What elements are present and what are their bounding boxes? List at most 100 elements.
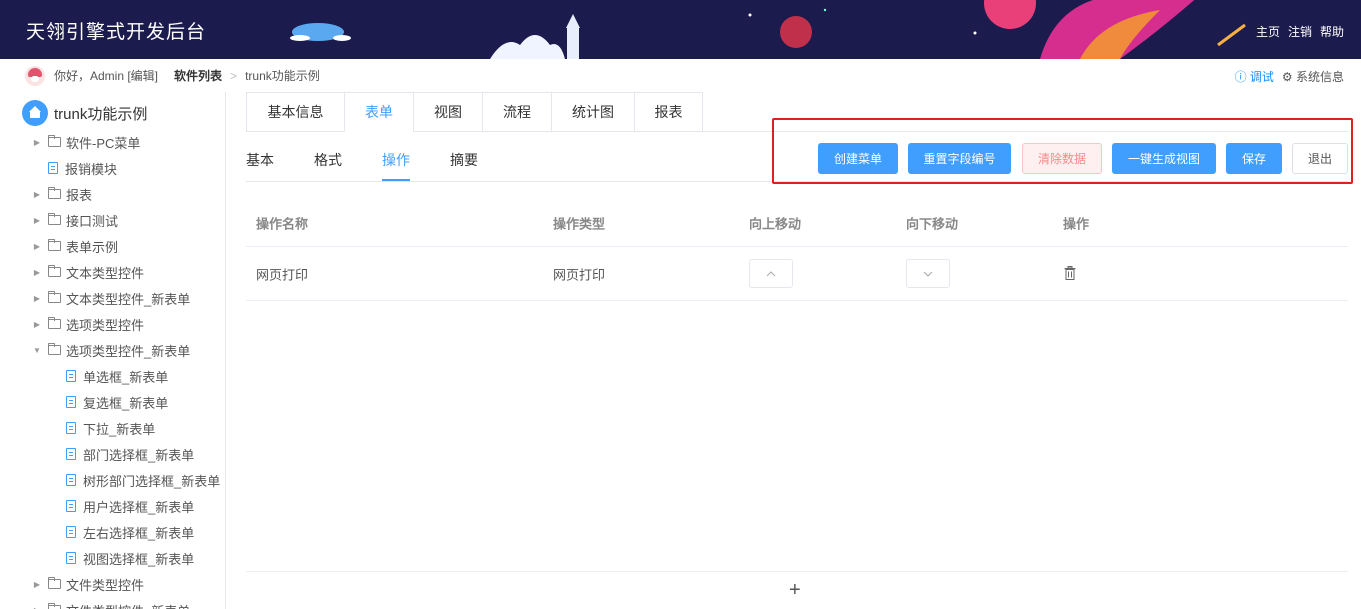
sidebar-item-label: 下拉_新表单 <box>83 421 156 437</box>
col-actions: 操作 <box>1063 216 1090 232</box>
clear-data-button[interactable]: 清除数据 <box>1022 143 1102 174</box>
subtab-summary[interactable]: 摘要 <box>450 150 478 170</box>
subtab-operation[interactable]: 操作 <box>382 150 410 170</box>
sidebar-item-label: 接口测试 <box>66 213 119 229</box>
caret-right-icon[interactable]: ▶ <box>32 606 42 609</box>
caret-right-icon[interactable]: ▶ <box>32 320 42 329</box>
app-title: 天翎引擎式开发后台 <box>26 22 207 43</box>
folder-icon <box>48 187 61 199</box>
breadcrumb-software-list[interactable]: 软件列表 <box>174 67 222 84</box>
sidebar-item[interactable]: 树形部门选择框_新表单 <box>66 470 220 490</box>
sidebar-item-label: 视图选择框_新表单 <box>83 551 195 567</box>
caret-right-icon[interactable]: ▶ <box>32 190 42 199</box>
folder-icon <box>48 291 61 303</box>
create-menu-button[interactable]: 创建菜单 <box>818 143 898 174</box>
active-subtab-indicator <box>382 179 410 181</box>
sidebar-item[interactable]: ▼ 选项类型控件_新表单 <box>32 340 190 360</box>
tab-statistics[interactable]: 统计图 <box>551 92 634 132</box>
tab-view[interactable]: 视图 <box>413 92 482 132</box>
col-move-up: 向上移动 <box>749 216 802 232</box>
row-operation-type: 网页打印 <box>553 267 606 282</box>
system-info-link[interactable]: ⚙ 系统信息 <box>1282 68 1344 85</box>
sidebar-item-label: 软件-PC菜单 <box>66 135 141 151</box>
breadcrumb-separator: > <box>230 68 238 83</box>
sidebar-item[interactable]: 下拉_新表单 <box>66 418 155 438</box>
move-down-button[interactable] <box>906 259 950 288</box>
tab-basic-info[interactable]: 基本信息 <box>246 92 344 132</box>
trash-icon[interactable] <box>1064 266 1076 280</box>
folder-icon <box>48 577 61 589</box>
sidebar-item-label: 文件类型控件 <box>66 577 145 593</box>
sidebar-item-label: 左右选择框_新表单 <box>83 525 195 541</box>
table-header: 操作名称 操作类型 向上移动 向下移动 操作 <box>246 200 1348 247</box>
debug-link[interactable]: ⓘ 调试 <box>1235 68 1274 85</box>
sidebar-item[interactable]: 单选框_新表单 <box>66 366 168 386</box>
caret-right-icon[interactable]: ▶ <box>32 294 42 303</box>
reset-field-number-button[interactable]: 重置字段编号 <box>908 143 1011 174</box>
subtab-basic[interactable]: 基本 <box>246 150 274 170</box>
top-header: 天翎引擎式开发后台 主页 注销 帮助 <box>0 0 1361 59</box>
tab-flow[interactable]: 流程 <box>482 92 551 132</box>
exit-button[interactable]: 退出 <box>1292 143 1348 174</box>
file-icon <box>66 552 76 564</box>
header-links: 主页 注销 帮助 <box>1256 23 1344 40</box>
caret-right-icon[interactable]: ▶ <box>32 580 42 589</box>
sidebar-item-label: 选项类型控件 <box>66 317 145 333</box>
caret-down-icon[interactable]: ▼ <box>32 346 42 355</box>
sidebar-item[interactable]: 报销模块 <box>32 158 117 178</box>
avatar <box>25 65 45 86</box>
file-icon <box>66 370 76 382</box>
move-up-button[interactable] <box>749 259 793 288</box>
generate-view-button[interactable]: 一键生成视图 <box>1112 143 1216 174</box>
subtab-format[interactable]: 格式 <box>314 150 342 170</box>
breadcrumb-current: trunk功能示例 <box>245 69 320 83</box>
sidebar-item-label: 文本类型控件 <box>66 265 145 281</box>
sidebar-item[interactable]: ▶ 报表 <box>32 184 92 204</box>
table-row[interactable]: 网页打印 网页打印 <box>246 247 1348 301</box>
sidebar-item[interactable]: 视图选择框_新表单 <box>66 548 194 568</box>
caret-right-icon[interactable]: ▶ <box>32 242 42 251</box>
sidebar-item[interactable]: ▶ 文本类型控件_新表单 <box>32 288 190 308</box>
save-button[interactable]: 保存 <box>1226 143 1282 174</box>
caret-right-icon[interactable]: ▶ <box>32 138 42 147</box>
main-tabs: 基本信息 表单 视图 流程 统计图 报表 <box>246 92 1348 132</box>
home-link[interactable]: 主页 <box>1256 23 1280 40</box>
folder-icon <box>48 213 61 225</box>
sidebar-item-label: 表单示例 <box>66 239 119 255</box>
sidebar-item[interactable]: ▶ 表单示例 <box>32 236 118 256</box>
file-icon <box>66 474 76 486</box>
file-icon <box>66 422 76 434</box>
chevron-up-icon <box>766 270 776 276</box>
caret-right-icon[interactable]: ▶ <box>32 268 42 277</box>
sidebar-item-label: 选项类型控件_新表单 <box>66 343 191 359</box>
sidebar-item-label: 文件类型控件_新表单 <box>66 601 190 609</box>
home-icon <box>22 100 48 126</box>
sidebar-item[interactable]: 用户选择框_新表单 <box>66 496 194 516</box>
help-link[interactable]: 帮助 <box>1320 23 1344 40</box>
sidebar-item-label: 报表 <box>66 187 93 203</box>
col-operation-name: 操作名称 <box>256 216 309 232</box>
tab-form[interactable]: 表单 <box>344 92 413 132</box>
col-operation-type: 操作类型 <box>553 216 606 232</box>
sidebar-item[interactable]: 复选框_新表单 <box>66 392 168 412</box>
sidebar-item[interactable]: ▶ 选项类型控件 <box>32 314 144 334</box>
sidebar-item[interactable]: ▶ 文件类型控件_新表单 <box>32 600 190 609</box>
sidebar-item[interactable]: 部门选择框_新表单 <box>66 444 194 464</box>
user-greeting[interactable]: 你好，Admin [编辑] <box>54 67 158 84</box>
sidebar-item[interactable]: ▶ 软件-PC菜单 <box>32 132 140 152</box>
breadcrumb: 你好，Admin [编辑] 软件列表 > trunk功能示例 ⓘ 调试 ⚙ 系统… <box>0 59 1361 92</box>
sidebar-item[interactable]: ▶ 文件类型控件 <box>32 574 144 594</box>
logout-link[interactable]: 注销 <box>1288 23 1312 40</box>
caret-right-icon[interactable]: ▶ <box>32 216 42 225</box>
sidebar-item-label: 部门选择框_新表单 <box>83 447 195 463</box>
sidebar-item[interactable]: ▶ 接口测试 <box>32 210 118 230</box>
sidebar-item[interactable]: ▶ 文本类型控件 <box>32 262 144 282</box>
sidebar-item-label: 报销模块 <box>65 161 118 177</box>
file-icon <box>66 500 76 512</box>
sidebar-item-label: 文本类型控件_新表单 <box>66 291 191 307</box>
tree-root[interactable]: trunk功能示例 <box>22 100 147 126</box>
tab-report[interactable]: 报表 <box>634 92 703 132</box>
add-row-button[interactable]: + <box>789 580 801 600</box>
sidebar-item-label: 树形部门选择框_新表单 <box>83 473 221 489</box>
sidebar-item[interactable]: 左右选择框_新表单 <box>66 522 194 542</box>
